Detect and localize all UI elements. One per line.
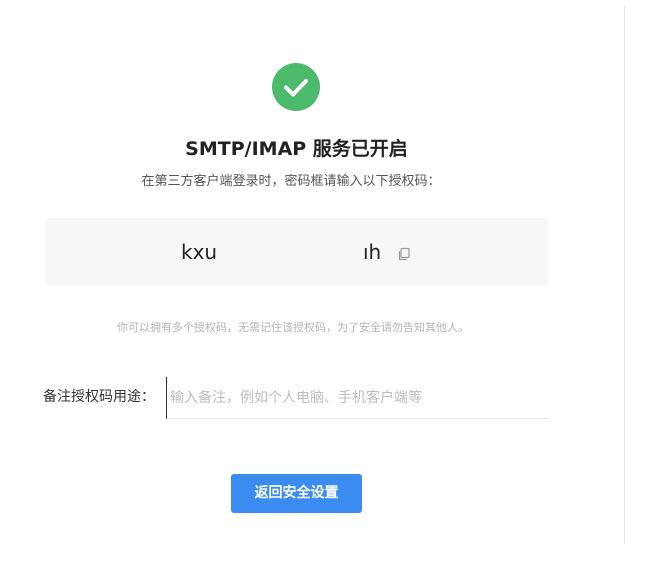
copy-icon[interactable] [397,246,411,261]
auth-code-start[interactable]: kxu [181,240,217,264]
note-input[interactable] [166,377,549,419]
panel-divider [624,6,625,544]
note-label: 备注授权码用途： [43,389,155,405]
auth-code-box: kxu ıh [45,218,548,285]
instruction-text: 在第三方客户端登录时，密码框请输入以下授权码： [141,174,441,189]
page-title: SMTP/IMAP 服务已开启 [185,138,408,160]
check-circle-icon [272,63,320,111]
auth-code-end[interactable]: ıh [363,240,381,264]
security-tip: 你可以拥有多个授权码，无需记住该授权码，为了安全请勿告知其他人。 [117,321,469,334]
back-to-security-settings-button[interactable]: 返回安全设置 [231,474,362,513]
